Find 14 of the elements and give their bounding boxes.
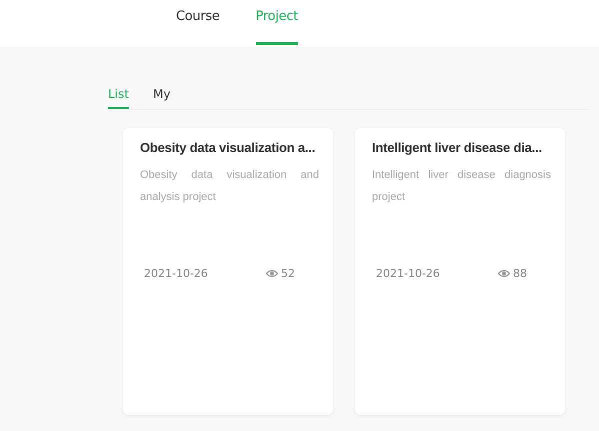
project-date: 2021-10-26 [144,267,209,280]
project-card[interactable]: Obesity data visualization a... Obesity data visualization and analysis project 2021-10-26 52 [123,128,333,415]
view-count: 88 [513,267,527,280]
project-title: Intelligent liver disease dia... [372,140,542,156]
project-description: Obesity data visualization and analysis project [140,168,319,205]
project-description: Intelligent liver disease diagnosis project [372,168,551,205]
view-count: 52 [281,267,295,280]
project-card[interactable]: Intelligent liver disease dia... Intelligent liver disease diagnosis project 2021-10-26 88 [355,128,565,415]
eye-icon [266,269,278,278]
nav-tab[interactable]: Course [176,0,220,45]
eye-icon [498,269,510,278]
list-tab[interactable]: My [152,87,170,109]
project-date: 2021-10-26 [376,267,441,280]
project-title: Obesity data visualization a... [140,140,316,156]
